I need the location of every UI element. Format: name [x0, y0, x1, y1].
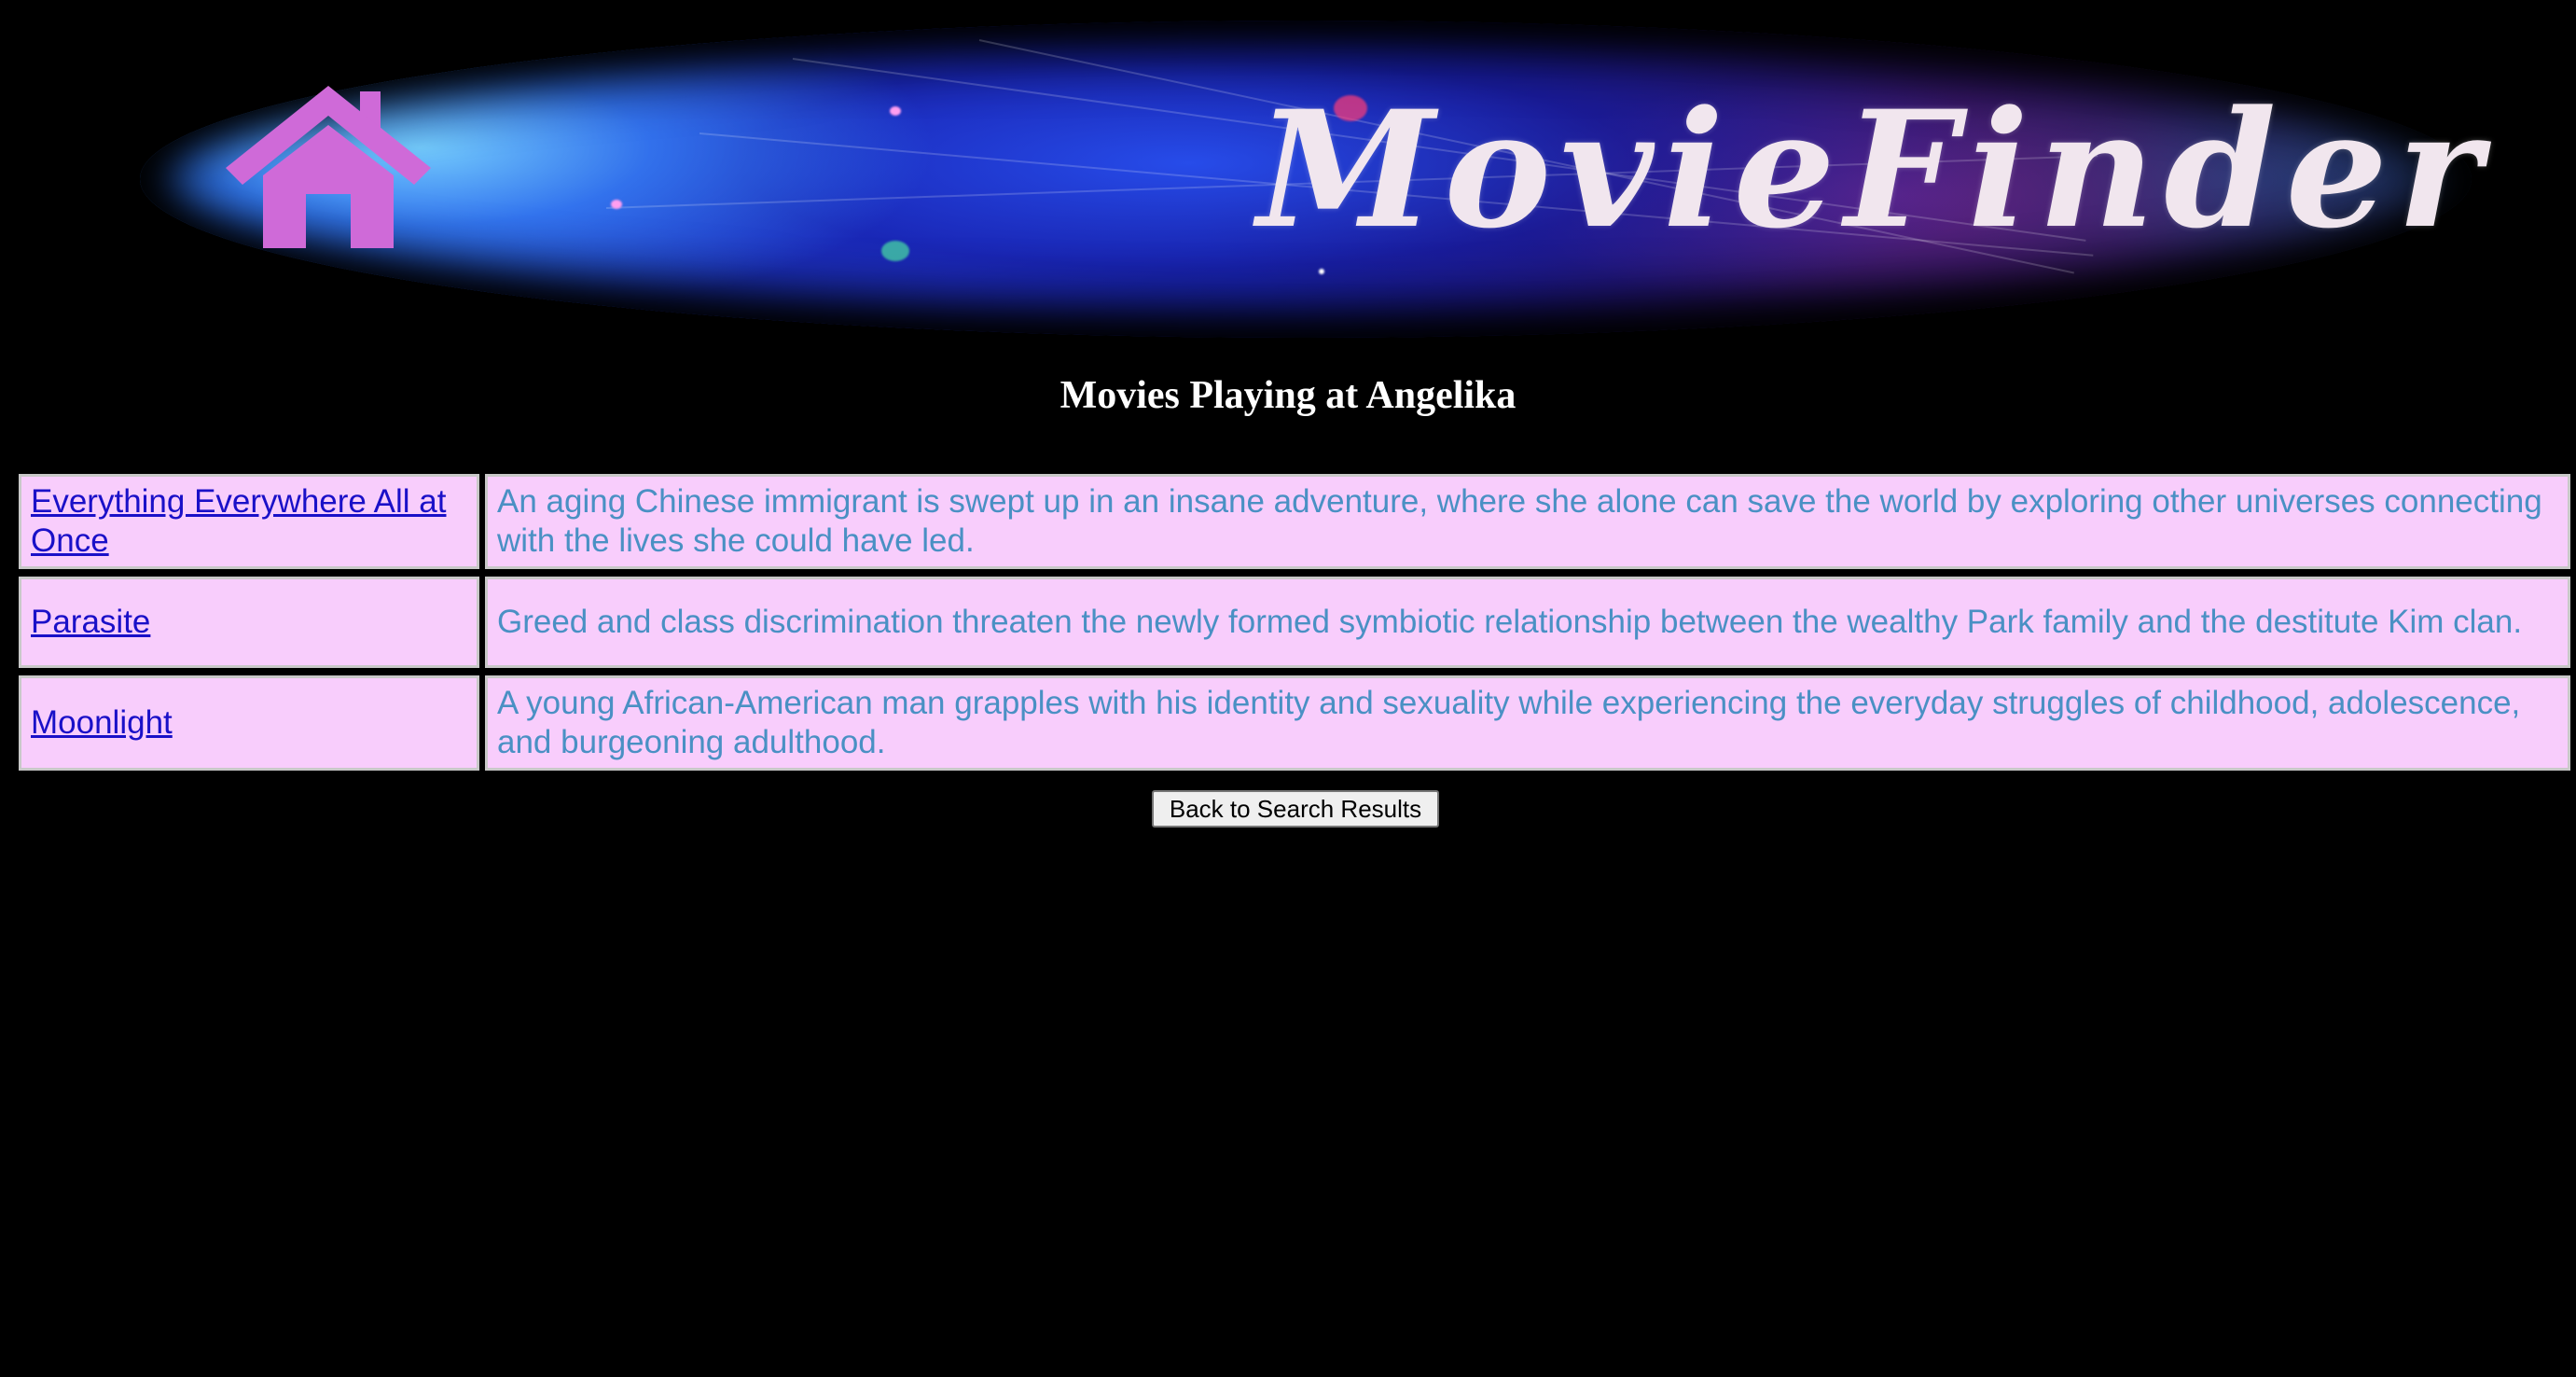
page-title: Movies Playing at Angelika: [1059, 374, 1517, 417]
movie-title-link[interactable]: Everything Everywhere All at Once: [31, 483, 446, 559]
movie-title-cell: Moonlight: [19, 675, 479, 771]
movie-synopsis-cell: A young African-American man grapples wi…: [485, 675, 2570, 771]
site-logo: MovieFinder: [1257, 75, 2491, 264]
sparkle: [890, 106, 901, 116]
sparkle: [386, 49, 399, 62]
movie-title-cell: Everything Everywhere All at Once: [19, 474, 479, 569]
movie-title-link[interactable]: Moonlight: [31, 704, 173, 741]
movie-synopsis: An aging Chinese immigrant is swept up i…: [497, 483, 2542, 559]
movie-table: Everything Everywhere All at Once An agi…: [13, 466, 2576, 778]
table-row: Everything Everywhere All at Once An agi…: [19, 474, 2570, 569]
back-to-search-button[interactable]: Back to Search Results: [1152, 790, 1439, 828]
movie-synopsis-cell: An aging Chinese immigrant is swept up i…: [485, 474, 2570, 569]
movie-synopsis: Greed and class discrimination threaten …: [497, 604, 2523, 640]
home-link[interactable]: [222, 82, 435, 254]
table-row: Moonlight A young African-American man g…: [19, 675, 2570, 771]
movie-title-cell: Parasite: [19, 577, 479, 668]
movie-synopsis: A young African-American man grapples wi…: [497, 685, 2521, 760]
house-icon: [226, 86, 431, 248]
movie-synopsis-cell: Greed and class discrimination threaten …: [485, 577, 2570, 668]
movie-title-link[interactable]: Parasite: [31, 604, 150, 640]
sparkle: [611, 200, 622, 209]
table-row: Parasite Greed and class discrimination …: [19, 577, 2570, 668]
sparkle: [881, 241, 909, 261]
